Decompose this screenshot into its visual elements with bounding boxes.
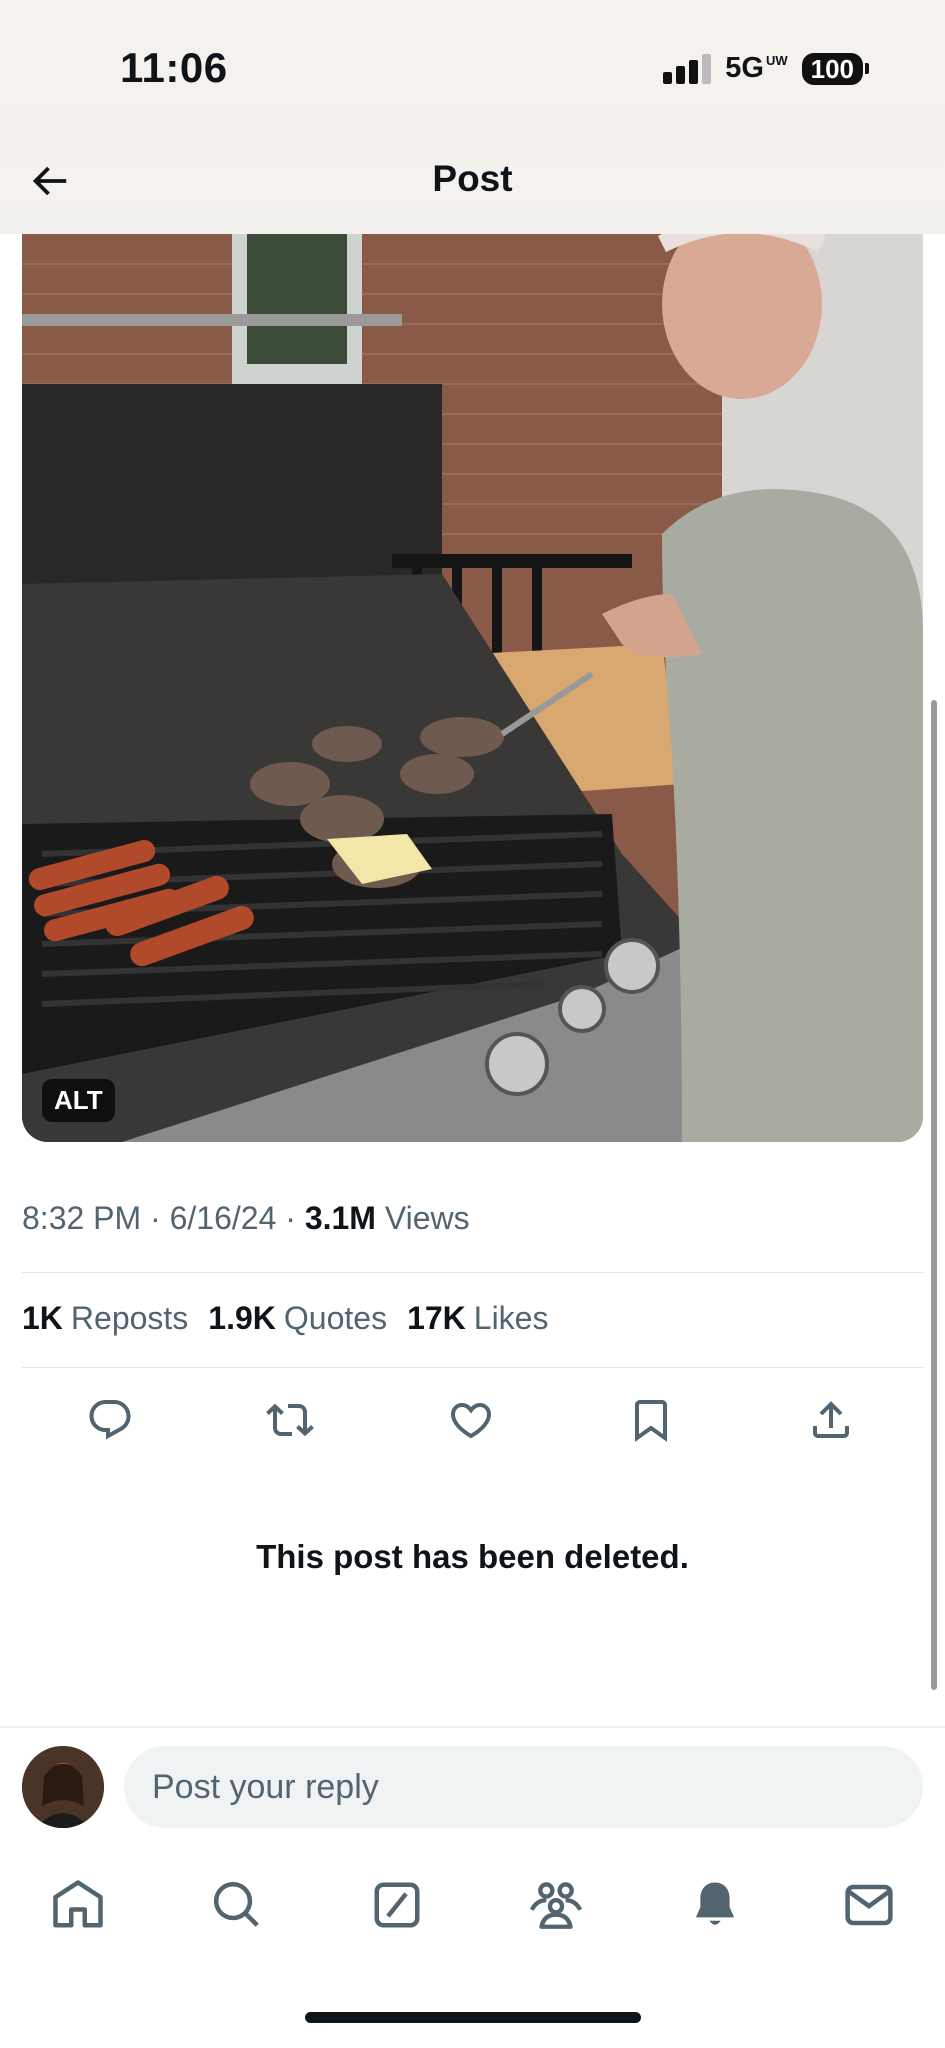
likes-stat[interactable]: 17K Likes (407, 1300, 548, 1337)
divider (22, 1272, 923, 1273)
engagement-stats: 1K Reposts 1.9K Quotes 17K Likes (22, 1300, 548, 1337)
page-title: Post (432, 158, 513, 199)
quotes-stat[interactable]: 1.9K Quotes (208, 1300, 387, 1337)
post-timestamp-row: 8:32 PM · 6/16/24 · 3.1M Views (22, 1200, 470, 1236)
network-type: 5G UW (725, 52, 788, 84)
home-icon (53, 1880, 103, 1928)
like-button[interactable] (441, 1390, 501, 1450)
scrollbar[interactable] (931, 700, 937, 1690)
search-icon (213, 1881, 259, 1927)
tab-messages[interactable] (834, 1870, 904, 1940)
reply-button[interactable] (80, 1390, 140, 1450)
bookmark-icon (635, 1400, 667, 1442)
tab-search[interactable] (202, 1870, 272, 1940)
grok-icon (374, 1882, 420, 1928)
messages-icon (845, 1884, 893, 1926)
share-icon (813, 1401, 849, 1438)
tab-grok[interactable] (362, 1870, 432, 1940)
tab-notifications[interactable] (680, 1870, 750, 1940)
tab-communities[interactable] (521, 1870, 591, 1940)
avatar-photo (22, 1746, 104, 1828)
reply-input[interactable] (124, 1746, 923, 1828)
post-date: 6/16/24 (169, 1200, 277, 1236)
post-time: 8:32 PM (22, 1200, 142, 1236)
views-label: Views (384, 1200, 470, 1236)
post-actions (0, 1390, 945, 1450)
avatar[interactable] (22, 1746, 104, 1828)
reposts-stat[interactable]: 1K Reposts (22, 1300, 188, 1337)
communities-icon (529, 1882, 583, 1929)
deleted-notice: This post has been deleted. (256, 1538, 689, 1575)
post-image[interactable]: ALT (22, 234, 923, 1142)
like-icon (450, 1403, 492, 1439)
home-indicator[interactable] (305, 2012, 641, 2023)
bottom-tab-bar (0, 1870, 945, 1940)
bookmark-button[interactable] (621, 1390, 681, 1450)
divider (22, 1367, 923, 1368)
reply-icon (89, 1400, 131, 1440)
status-time: 11:06 (120, 44, 228, 91)
views-count: 3.1M (304, 1200, 376, 1236)
alt-text-badge[interactable]: ALT (42, 1079, 115, 1122)
grill-photo (22, 234, 923, 1142)
battery-icon: 100 (801, 52, 869, 85)
repost-button[interactable] (260, 1390, 320, 1450)
status-indicators: 5G UW 100 (663, 52, 869, 85)
battery-level: 100 (801, 52, 863, 85)
top-bar: 11:06 5G UW 100 Post (0, 0, 945, 234)
tab-home[interactable] (43, 1870, 113, 1940)
share-button[interactable] (801, 1390, 861, 1450)
cellular-signal-icon (663, 53, 712, 84)
notifications-icon (695, 1882, 735, 1925)
divider (0, 1726, 945, 1728)
repost-icon (266, 1403, 314, 1437)
